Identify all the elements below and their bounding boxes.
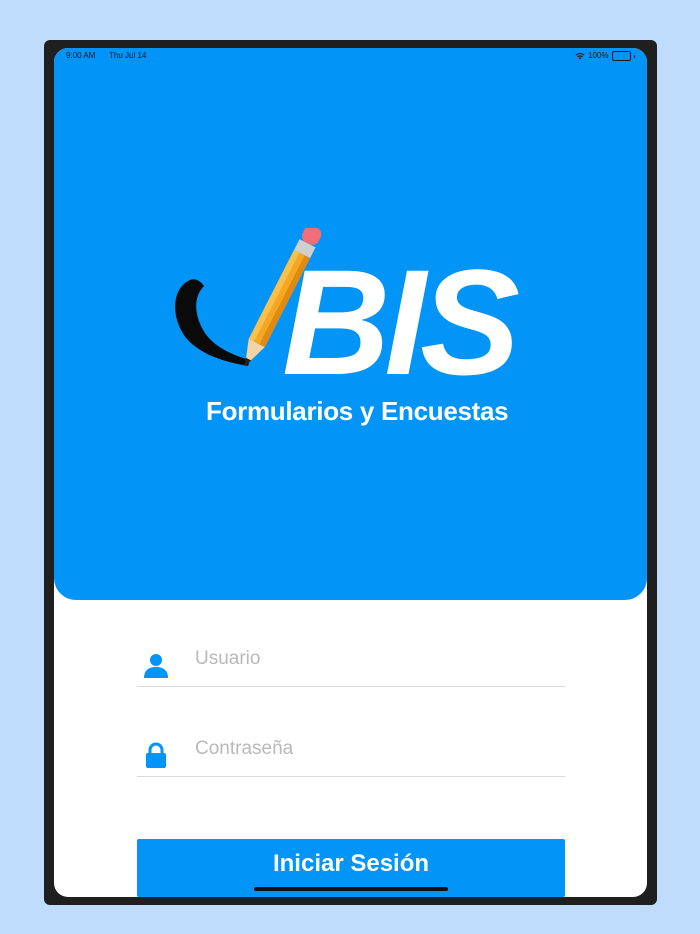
header-banner: 9:00 AM Thu Jul 14 100% BIS Formularios …	[54, 48, 647, 600]
tablet-frame: 9:00 AM Thu Jul 14 100% BIS Formularios …	[44, 40, 657, 905]
status-date: Thu Jul 14	[109, 51, 147, 60]
logo-subtitle: Formularios y Encuestas	[206, 396, 509, 426]
wifi-icon	[575, 53, 585, 60]
app-screen: 9:00 AM Thu Jul 14 100% BIS Formularios …	[54, 48, 647, 897]
lock-icon	[146, 742, 166, 768]
username-field	[137, 640, 565, 687]
password-input[interactable]	[195, 734, 555, 764]
username-input[interactable]	[195, 644, 555, 674]
user-icon	[144, 654, 168, 678]
battery-icon	[611, 51, 631, 61]
status-time: 9:00 AM	[66, 51, 96, 60]
wordmark: BIS	[282, 238, 519, 406]
status-bar: 9:00 AM Thu Jul 14 100%	[54, 48, 647, 64]
home-indicator	[254, 887, 448, 891]
battery-percent: 100%	[588, 51, 609, 60]
status-indicators: 100%	[575, 48, 635, 64]
brush-stroke	[175, 279, 250, 366]
password-field	[137, 730, 565, 777]
